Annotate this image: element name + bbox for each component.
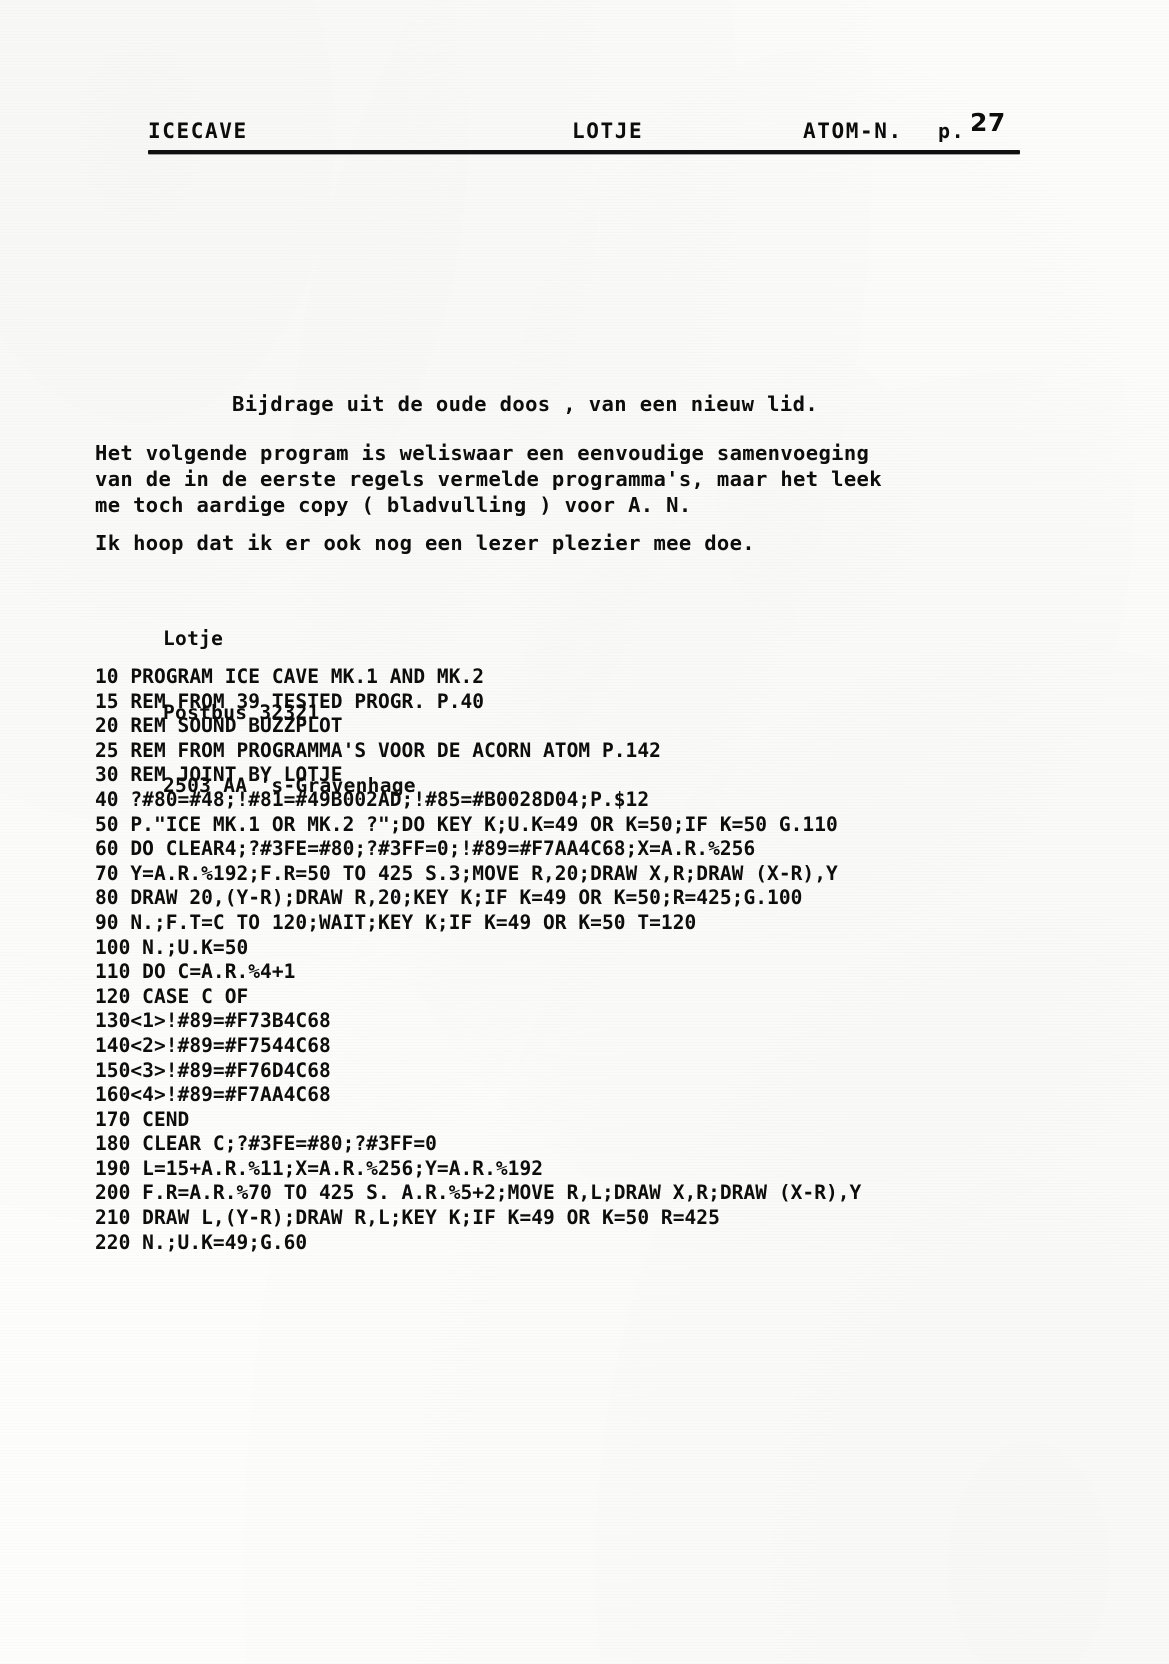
code-line: 180 CLEAR C;?#3FE=#80;?#3FF=0 (95, 1132, 437, 1156)
code-line: 210 DRAW L,(Y-R);DRAW R,L;KEY K;IF K=49 … (95, 1206, 720, 1230)
code-line: 60 DO CLEAR4;?#3FE=#80;?#3FF=0;!#89=#F7A… (95, 837, 756, 861)
contribution-title: Bijdrage uit de oude doos , van een nieu… (232, 392, 819, 416)
code-line: 170 CEND (95, 1107, 190, 1131)
code-line: 150<3>!#89=#F76D4C68 (95, 1058, 331, 1082)
code-line: 110 DO C=A.R.%4+1 (95, 960, 296, 984)
page-number: 27 (970, 108, 1006, 137)
header-left-title: ICECAVE (148, 119, 248, 143)
address-name: Lotje (163, 627, 224, 650)
page-header: ICECAVE LOTJE ATOM-N. p. 27 (148, 110, 1023, 152)
code-line: 130<1>!#89=#F73B4C68 (95, 1009, 331, 1033)
basic-program-listing: 10 PROGRAM ICE CAVE MK.1 AND MK.2 15 REM … (95, 665, 861, 1255)
code-line: 100 N.;U.K=50 (95, 935, 249, 959)
code-line: 80 DRAW 20,(Y-R);DRAW R,20;KEY K;IF K=49… (95, 886, 803, 910)
code-line: 70 Y=A.R.%192;F.R=50 TO 425 S.3;MOVE R,2… (95, 861, 838, 885)
code-line: 120 CASE C OF (95, 984, 249, 1008)
code-line: 25 REM FROM PROGRAMMA'S VOOR DE ACORN AT… (95, 738, 661, 762)
code-line: 160<4>!#89=#F7AA4C68 (95, 1083, 331, 1107)
intro-paragraph-1: Het volgende program is weliswaar een ee… (95, 441, 882, 517)
header-rule (148, 150, 1020, 154)
document-page: ICECAVE LOTJE ATOM-N. p. 27 Bijdrage uit… (0, 0, 1169, 1664)
code-line: 140<2>!#89=#F7544C68 (95, 1033, 331, 1057)
code-line: 40 ?#80=#48;!#81=#49B002AD;!#85=#B0028D0… (95, 787, 650, 811)
code-line: 20 REM SOUND BUZZPLOT (95, 714, 343, 738)
header-right-title: ATOM-N. (803, 119, 903, 143)
page-label: p. (938, 119, 966, 143)
code-line: 190 L=15+A.R.%11;X=A.R.%256;Y=A.R.%192 (95, 1156, 544, 1180)
intro-paragraph-2: Ik hoop dat ik er ook nog een lezer plez… (95, 531, 755, 555)
code-line: 90 N.;F.T=C TO 120;WAIT;KEY K;IF K=49 OR… (95, 910, 697, 934)
code-line: 10 PROGRAM ICE CAVE MK.1 AND MK.2 (95, 665, 485, 688)
code-line: 220 N.;U.K=49;G.60 (95, 1230, 308, 1254)
header-center-title: LOTJE (572, 119, 644, 143)
code-line: 50 P."ICE MK.1 OR MK.2 ?";DO KEY K;U.K=4… (95, 812, 838, 836)
code-line: 30 REM JOINT BY LOTJE (95, 763, 343, 787)
code-line: 200 F.R=A.R.%70 TO 425 S. A.R.%5+2;MOVE … (95, 1181, 862, 1205)
code-line: 15 REM FROM 39 TESTED PROGR. P.40 (95, 689, 485, 713)
